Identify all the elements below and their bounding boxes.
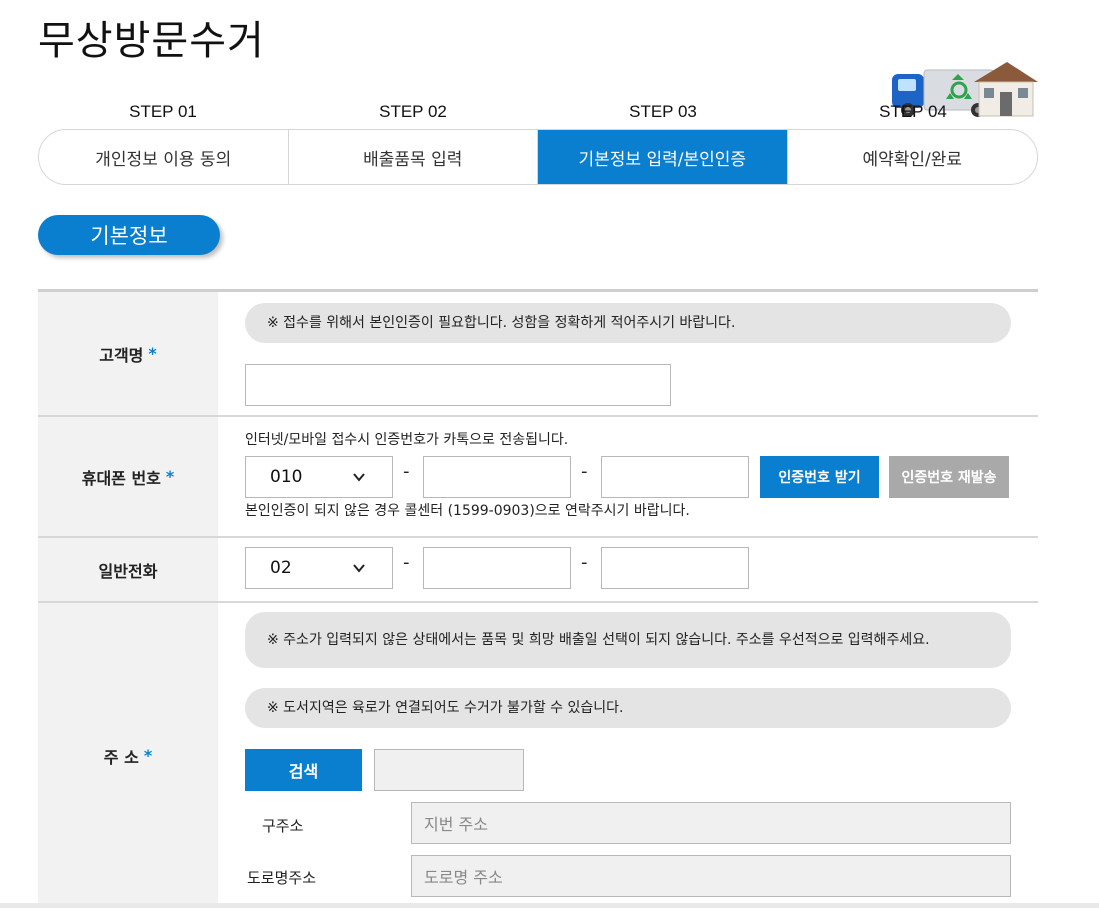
step-tab-confirmation: 예약확인/완료 — [862, 149, 963, 170]
address-field-cell: ※ 주소가 입력되지 않은 상태에서는 품목 및 희망 배출일 선택이 되지 않… — [218, 603, 1038, 908]
name-notice: ※ 접수를 위해서 본인인증이 필요합니다. 성함을 정확하게 적어주시기 바랍… — [245, 303, 1011, 343]
old-address-label: 구주소 — [262, 817, 304, 835]
mobile-field-cell: 인터넷/모바일 접수시 인증번호가 카톡으로 전송됩니다. 010 - - 인증… — [218, 417, 1038, 536]
section-title-basic-info: 기본정보 — [38, 215, 220, 255]
page-title: 무상방문수거 — [38, 18, 265, 64]
step-tab-items-input: 배출품목 입력 — [289, 130, 538, 184]
address-label: 주 소 — [103, 747, 139, 767]
step-label-3: STEP 03 — [629, 102, 697, 121]
dash-separator: - — [581, 461, 588, 482]
phone-prefix-value: 02 — [270, 558, 292, 578]
step-tab-privacy-consent: 개인정보 이용 동의 — [39, 130, 289, 184]
phone-middle-input[interactable] — [423, 547, 571, 589]
mobile-last-input[interactable] — [601, 456, 749, 498]
form-row-name: 고객명 * ※ 접수를 위해서 본인인증이 필요합니다. 성함을 정확하게 적어… — [38, 292, 1038, 417]
name-label: 고객명 — [99, 345, 144, 365]
form-row-phone: 일반전화 02 - - — [38, 538, 1038, 603]
page-bottom-divider — [0, 903, 1099, 908]
phone-field-cell: 02 - - — [218, 538, 1038, 601]
island-notice: ※ 도서지역은 육로가 연결되어도 수거가 불가할 수 있습니다. — [245, 688, 1011, 728]
zipcode-input[interactable] — [374, 749, 524, 791]
step-labels: STEP 01 STEP 02 STEP 03 STEP 04 — [38, 102, 1038, 126]
required-mark: * — [148, 344, 157, 363]
dash-separator: - — [403, 461, 410, 482]
old-address-placeholder: 지번 주소 — [424, 815, 488, 834]
dash-separator: - — [581, 552, 588, 573]
form-row-address: 주 소 * ※ 주소가 입력되지 않은 상태에서는 품목 및 희망 배출일 선택… — [38, 603, 1038, 908]
resend-code-button[interactable]: 인증번호 재발송 — [889, 456, 1009, 498]
road-address-label: 도로명주소 — [247, 869, 317, 887]
step-label-4: STEP 04 — [879, 102, 947, 121]
step-label-1: STEP 01 — [129, 102, 197, 121]
address-label-cell: 주 소 * — [38, 603, 218, 908]
mobile-label: 휴대폰 번호 — [81, 468, 161, 488]
road-address-input[interactable]: 도로명 주소 — [411, 855, 1011, 897]
phone-label: 일반전화 — [98, 561, 158, 581]
step-label-2: STEP 02 — [379, 102, 447, 121]
chevron-down-icon — [353, 473, 365, 482]
step-progress-bar: 개인정보 이용 동의 배출품목 입력 기본정보 입력/본인인증 예약확인/완료 — [38, 129, 1038, 185]
customer-name-input[interactable] — [245, 364, 671, 406]
form-row-mobile: 휴대폰 번호 * 인터넷/모바일 접수시 인증번호가 카톡으로 전송됩니다. 0… — [38, 417, 1038, 538]
basic-info-form: 고객명 * ※ 접수를 위해서 본인인증이 필요합니다. 성함을 정확하게 적어… — [38, 289, 1038, 908]
mobile-info-top: 인터넷/모바일 접수시 인증번호가 카톡으로 전송됩니다. — [245, 432, 569, 448]
address-search-button[interactable]: 검색 — [245, 749, 362, 791]
mobile-label-cell: 휴대폰 번호 * — [38, 417, 218, 536]
phone-last-input[interactable] — [601, 547, 749, 589]
chevron-down-icon — [353, 564, 365, 573]
step-tab-basic-info: 기본정보 입력/본인인증 — [538, 130, 788, 184]
name-label-cell: 고객명 * — [38, 292, 218, 415]
dash-separator: - — [403, 552, 410, 573]
required-mark: * — [143, 746, 153, 765]
address-notice: ※ 주소가 입력되지 않은 상태에서는 품목 및 희망 배출일 선택이 되지 않… — [245, 612, 1011, 668]
phone-label-cell: 일반전화 — [38, 538, 218, 601]
name-field-cell: ※ 접수를 위해서 본인인증이 필요합니다. 성함을 정확하게 적어주시기 바랍… — [218, 292, 1038, 415]
required-mark: * — [165, 467, 175, 486]
phone-prefix-select[interactable]: 02 — [245, 547, 393, 589]
mobile-info-bottom: 본인인증이 되지 않은 경우 콜센터 (1599-0903)으로 연락주시기 바… — [245, 503, 690, 519]
old-address-input[interactable]: 지번 주소 — [411, 802, 1011, 844]
send-code-button[interactable]: 인증번호 받기 — [760, 456, 879, 498]
mobile-prefix-select[interactable]: 010 — [245, 456, 393, 498]
road-address-placeholder: 도로명 주소 — [424, 868, 503, 887]
mobile-prefix-value: 010 — [270, 467, 303, 487]
mobile-middle-input[interactable] — [423, 456, 571, 498]
